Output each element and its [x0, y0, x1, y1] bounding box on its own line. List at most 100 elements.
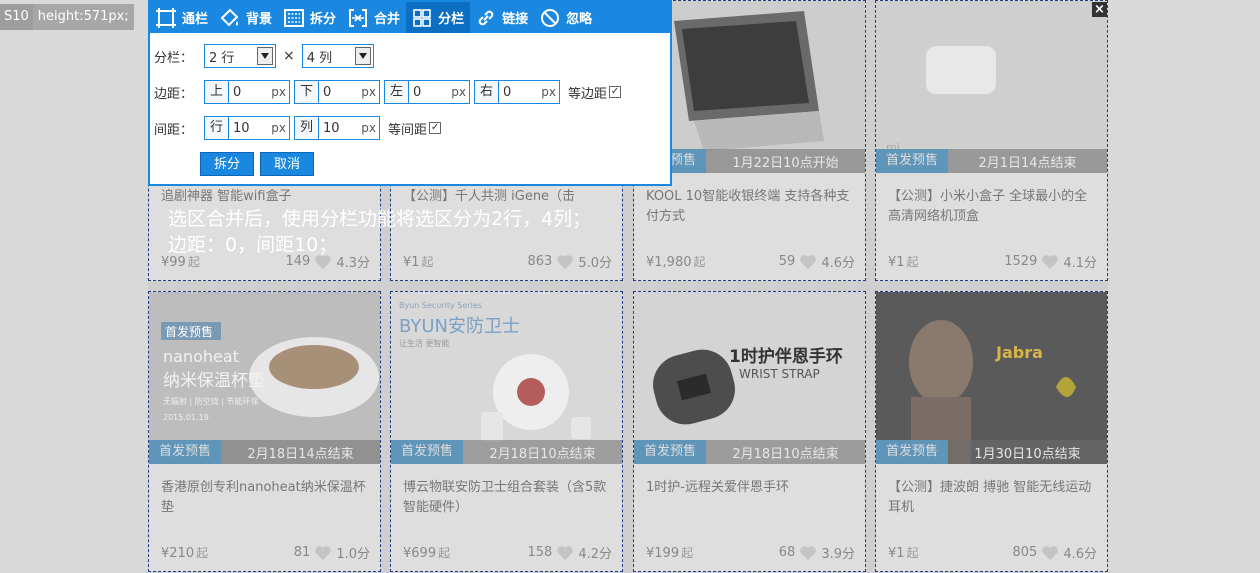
close-icon[interactable]: × [1092, 2, 1107, 17]
product-meta: ¥1 起 1529 4.1分 [888, 252, 1097, 271]
promo-strip: 首发预售 1月30日10点结束 [876, 440, 1107, 464]
product-card[interactable]: 1时护伴恩手环 WRIST STRAP 首发预售 2月18日10点结束 1时护-… [633, 291, 866, 572]
band-sub: WRIST STRAP [739, 367, 820, 381]
tab-background[interactable]: 背景 [214, 2, 278, 33]
promo-strip: 首发预售 2月18日10点结束 [634, 440, 865, 464]
product-price: ¥199 起 [646, 546, 694, 561]
element-id: S10 [0, 4, 33, 30]
product-title[interactable]: 【公测】千人共测 iGene（击 [403, 187, 613, 207]
times-sign: × [283, 48, 295, 64]
product-title[interactable]: 【公测】小米小盒子 全球最小的全高清网络机顶盒 [888, 187, 1098, 227]
presale-badge: 首发预售 [149, 440, 222, 464]
like-count: 68 [778, 545, 796, 560]
tab-label: 合并 [374, 12, 401, 27]
tab-label: 分栏 [438, 12, 465, 27]
heart-icon[interactable] [1041, 254, 1059, 270]
product-card[interactable]: Jabra 首发预售 1月30日10点结束 【公测】捷波朗 搏驰 智能无线运动耳… [875, 291, 1108, 572]
product-card[interactable]: Byun Security Series BYUN安防卫士 让生活 更智能 首发… [390, 291, 623, 572]
equal-gap-checkbox[interactable]: 等间距 ✓ [388, 119, 442, 138]
product-score: 3.9分 [821, 547, 855, 562]
product-card[interactable]: mi 首发预售 2月1日14点结束 【公测】小米小盒子 全球最小的全高清网络机顶… [875, 0, 1108, 281]
product-title[interactable]: KOOL 10智能收银终端 支持各种支付方式 [646, 187, 856, 227]
tab-ignore[interactable]: 忽略 [534, 2, 598, 33]
product-title[interactable]: 追剧神器 智能wifi盒子 [161, 187, 371, 207]
margin-bottom-prefix: 下 [295, 81, 319, 103]
height-label: height:571px; [32, 4, 134, 30]
cols-select[interactable]: 4 列 [301, 44, 374, 68]
product-image: 首发预售 nanoheat 纳米保温杯垫 无辐射 | 防空烧 | 节能环保 20… [149, 292, 380, 464]
product-score: 4.6分 [1063, 547, 1097, 562]
margin-top-value: 0 [233, 84, 242, 100]
product-image: mi [876, 1, 1107, 173]
nanoheat-image: 首发预售 nanoheat 纳米保温杯垫 无辐射 | 防空烧 | 节能环保 20… [149, 292, 380, 464]
presale-time: 1月30日10点结束 [974, 446, 1081, 462]
jabra-image: Jabra [876, 292, 1107, 464]
heart-icon[interactable] [556, 545, 574, 561]
presale-time: 1月22日10点开始 [732, 155, 839, 171]
split-button[interactable]: 拆分 [200, 152, 255, 176]
equal-margin-checkbox[interactable]: 等边距 ✓ [568, 83, 622, 102]
margin-bottom-value: 0 [323, 84, 332, 100]
rows-select[interactable]: 2 行 [204, 44, 276, 68]
tab-fullwidth[interactable]: 通栏 [150, 2, 214, 33]
chevron-down-icon [354, 47, 371, 65]
margin-top-input[interactable]: 上 0 px [204, 80, 290, 104]
tab-split[interactable]: 拆分 [278, 2, 342, 33]
margin-left-value: 0 [413, 84, 422, 100]
nano-date: 2015.01.19 [163, 413, 209, 422]
product-title[interactable]: 香港原创专利nanoheat纳米保温杯垫 [161, 478, 371, 518]
margin-bottom-input[interactable]: 下 0 px [294, 80, 380, 104]
columns-row: 分栏： 2 行 × 4 列 [154, 43, 670, 69]
column-form: 分栏： 2 行 × 4 列 边距： 上 0 px 下 0 px 左 0 px 右… [150, 33, 670, 177]
col-gap-value: 10 [323, 120, 340, 136]
tab-label: 背景 [246, 12, 273, 27]
presale-badge: 首发预售 [391, 440, 464, 464]
margin-right-prefix: 右 [475, 81, 499, 103]
margin-left-input[interactable]: 左 0 px [384, 80, 470, 104]
heart-icon[interactable] [799, 545, 817, 561]
tab-columns[interactable]: 分栏 [406, 2, 471, 33]
byun-title: BYUN安防卫士 [399, 316, 520, 337]
margin-top-prefix: 上 [205, 81, 229, 103]
presale-time: 2月18日10点结束 [489, 446, 596, 462]
tab-label: 通栏 [182, 12, 209, 27]
product-image: Byun Security Series BYUN安防卫士 让生活 更智能 [391, 292, 622, 464]
tab-merge[interactable]: 合并 [342, 2, 406, 33]
heart-icon[interactable] [314, 545, 332, 561]
margin-right-input[interactable]: 右 0 px [474, 80, 560, 104]
heart-icon[interactable] [799, 254, 817, 270]
col-gap-prefix: 列 [295, 117, 319, 139]
mi-box-image: mi [876, 1, 1107, 173]
product-title[interactable]: 1时护-远程关爱伴恩手环 [646, 478, 856, 498]
product-price: ¥210 起 [161, 546, 209, 561]
product-price: ¥1 起 [888, 255, 919, 270]
margin-bottom-unit: px [361, 85, 376, 99]
like-count: 81 [293, 545, 311, 560]
equal-gap-label: 等间距 [388, 122, 428, 138]
tab-link[interactable]: 链接 [470, 2, 534, 33]
product-meta: ¥210 起 81 1.0分 [161, 543, 370, 562]
byun-image: Byun Security Series BYUN安防卫士 让生活 更智能 [391, 292, 622, 464]
margin-top-unit: px [271, 85, 286, 99]
presale-time: 2月18日10点结束 [732, 446, 839, 462]
product-card[interactable]: 首发预售 nanoheat 纳米保温杯垫 无辐射 | 防空烧 | 节能环保 20… [148, 291, 381, 572]
heart-icon[interactable] [1041, 545, 1059, 561]
col-gap-input[interactable]: 列 10 px [294, 116, 380, 140]
presale-time: 2月1日14点结束 [978, 155, 1077, 171]
split-icon [284, 8, 305, 27]
margin-label: 边距： [154, 86, 194, 102]
band-title: 1时护伴恩手环 [729, 346, 843, 367]
promo-strip: 首发预售 2月1日14点结束 [876, 149, 1107, 173]
product-title[interactable]: 博云物联安防卫士组合套装（含5款智能硬件） [403, 478, 613, 518]
product-meta: ¥699 起 158 4.2分 [403, 543, 612, 562]
tab-label: 链接 [502, 12, 529, 27]
ignore-icon [541, 8, 560, 27]
tab-label: 拆分 [310, 12, 337, 27]
row-gap-value: 10 [233, 120, 250, 136]
row-gap-input[interactable]: 行 10 px [204, 116, 290, 140]
instruction-line: 边距：0，间距10； [168, 234, 338, 256]
product-image: Jabra [876, 292, 1107, 464]
product-title[interactable]: 【公测】捷波朗 搏驰 智能无线运动耳机 [888, 478, 1098, 518]
cancel-button[interactable]: 取消 [260, 152, 315, 176]
product-image: 1时护伴恩手环 WRIST STRAP [634, 292, 865, 464]
